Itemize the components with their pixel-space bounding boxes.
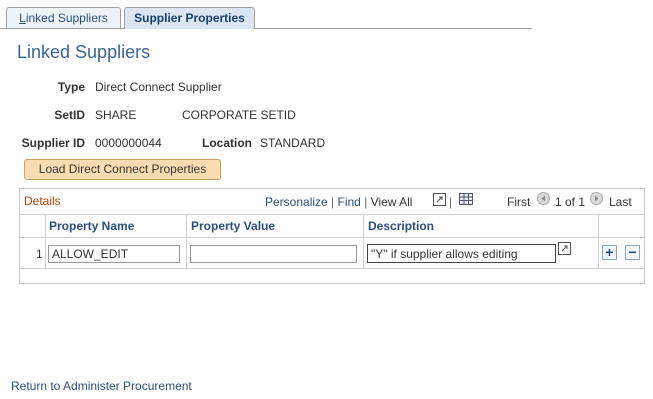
row-range: 1 of 1 xyxy=(555,195,586,209)
column-divider xyxy=(598,214,599,268)
description-input[interactable] xyxy=(367,244,556,263)
delete-row-button[interactable]: − xyxy=(625,245,640,260)
setid-label: SetID xyxy=(54,108,85,122)
separator: | xyxy=(449,195,453,209)
tab-linked-suppliers[interactable]: Linked Suppliers xyxy=(6,7,121,28)
type-label: Type xyxy=(57,80,85,94)
property-name-input[interactable] xyxy=(48,245,180,263)
load-direct-connect-properties-button[interactable]: Load Direct Connect Properties xyxy=(24,159,221,180)
setid-value: SHARE xyxy=(95,108,137,122)
col-property-name[interactable]: Property Name xyxy=(49,219,134,233)
separator: | xyxy=(364,195,368,209)
row-divider xyxy=(20,268,644,269)
grid-title: Details xyxy=(24,194,61,208)
col-property-value[interactable]: Property Value xyxy=(191,219,275,233)
next-arrow-icon[interactable] xyxy=(590,192,603,205)
column-divider xyxy=(363,214,364,268)
view-all-link[interactable]: View All xyxy=(371,195,413,209)
row-number: 1 xyxy=(36,247,43,261)
first-label: First xyxy=(507,195,531,209)
setid-description: CORPORATE SETID xyxy=(182,108,296,122)
separator: | xyxy=(331,195,335,209)
page-title: Linked Suppliers xyxy=(17,42,151,62)
tab-label: inked Suppliers xyxy=(25,11,108,25)
add-row-button[interactable]: + xyxy=(602,245,617,260)
tab-supplier-properties[interactable]: Supplier Properties xyxy=(124,7,255,29)
tab-label: Supplier Properties xyxy=(134,11,245,25)
grid-toolbar: Personalize | Find | View All xyxy=(265,195,412,209)
zoom-icon[interactable] xyxy=(433,193,446,206)
last-label: Last xyxy=(609,195,632,209)
find-link[interactable]: Find xyxy=(338,195,361,209)
column-divider xyxy=(186,214,187,268)
supplier-id-value: 0000000044 xyxy=(95,136,162,150)
location-label: Location xyxy=(202,136,252,150)
first-arrow-icon[interactable] xyxy=(537,192,550,205)
personalize-link[interactable]: Personalize xyxy=(265,195,328,209)
supplier-id-label: Supplier ID xyxy=(21,136,85,150)
location-value: STANDARD xyxy=(260,136,326,150)
spreadsheet-icon[interactable] xyxy=(459,193,473,205)
property-value-input[interactable] xyxy=(190,245,357,263)
zoom-icon[interactable] xyxy=(558,242,571,255)
column-divider xyxy=(45,214,46,268)
tab-access-key: L xyxy=(19,11,26,25)
type-value: Direct Connect Supplier xyxy=(95,80,222,94)
col-description[interactable]: Description xyxy=(368,219,434,233)
return-to-administer-procurement-link[interactable]: Return to Administer Procurement xyxy=(11,379,192,393)
